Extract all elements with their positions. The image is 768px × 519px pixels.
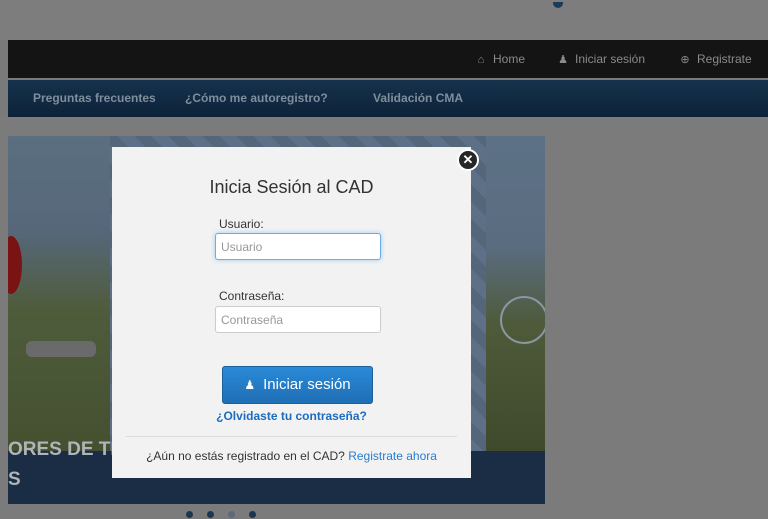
home-icon: ⌂ [477, 54, 485, 66]
photo-detail [8, 236, 22, 294]
carousel-photo-right [486, 136, 545, 451]
login-button[interactable]: ♟ Iniciar sesión [222, 366, 373, 404]
top-navbar: ⌂ Home ♟ Iniciar sesión ⊕ Registrate [8, 40, 768, 78]
password-input[interactable] [215, 306, 381, 333]
password-label: Contraseña: [219, 289, 285, 303]
nav-register-label: Registrate [697, 52, 752, 66]
carousel-dot-2[interactable] [207, 511, 214, 518]
carousel-caption-line2: S [8, 469, 21, 490]
modal-divider [126, 436, 457, 437]
register-prompt: ¿Aún no estás registrado en el CAD? Regi… [112, 449, 471, 463]
secondary-navbar: Preguntas frecuentes ¿Cómo me autoregist… [8, 80, 768, 117]
airplane-image [26, 341, 96, 357]
nav-selfregister-link[interactable]: ¿Cómo me autoregistro? [185, 80, 328, 117]
login-modal: Inicia Sesión al CAD Usuario: Contraseña… [112, 147, 471, 478]
page-top-strip [0, 0, 768, 40]
modal-title: Inicia Sesión al CAD [209, 177, 374, 197]
carousel-dot-1[interactable] [186, 511, 193, 518]
username-input[interactable] [215, 233, 381, 260]
user-icon: ♟ [558, 54, 568, 66]
nav-faq-link[interactable]: Preguntas frecuentes [33, 80, 156, 117]
forgot-password-link[interactable]: ¿Olvidaste tu contraseña? [112, 409, 471, 423]
nav-login-link[interactable]: ♟ Iniciar sesión [557, 40, 645, 78]
carousel-photo-left [8, 136, 110, 451]
close-icon[interactable]: ✕ [457, 149, 479, 171]
user-icon: ♟ [244, 378, 256, 392]
username-label: Usuario: [219, 217, 264, 231]
register-prompt-text: ¿Aún no estás registrado en el CAD? [146, 449, 345, 463]
login-button-label: Iniciar sesión [263, 376, 351, 393]
nav-cma-link[interactable]: Validación CMA [373, 80, 463, 117]
carousel-dot-4[interactable] [249, 511, 256, 518]
register-now-link[interactable]: Registrate ahora [348, 449, 437, 463]
carousel-dot-3[interactable] [228, 511, 235, 518]
carousel-caption-line1: ORES DE TI [8, 439, 116, 460]
nav-home-label: Home [493, 52, 526, 66]
plus-circle-icon: ⊕ [680, 54, 690, 66]
carousel-next-control[interactable] [500, 296, 545, 344]
nav-register-link[interactable]: ⊕ Registrate [679, 40, 752, 78]
nav-home-link[interactable]: ⌂ Home [475, 40, 525, 78]
nav-login-label: Iniciar sesión [575, 52, 646, 66]
